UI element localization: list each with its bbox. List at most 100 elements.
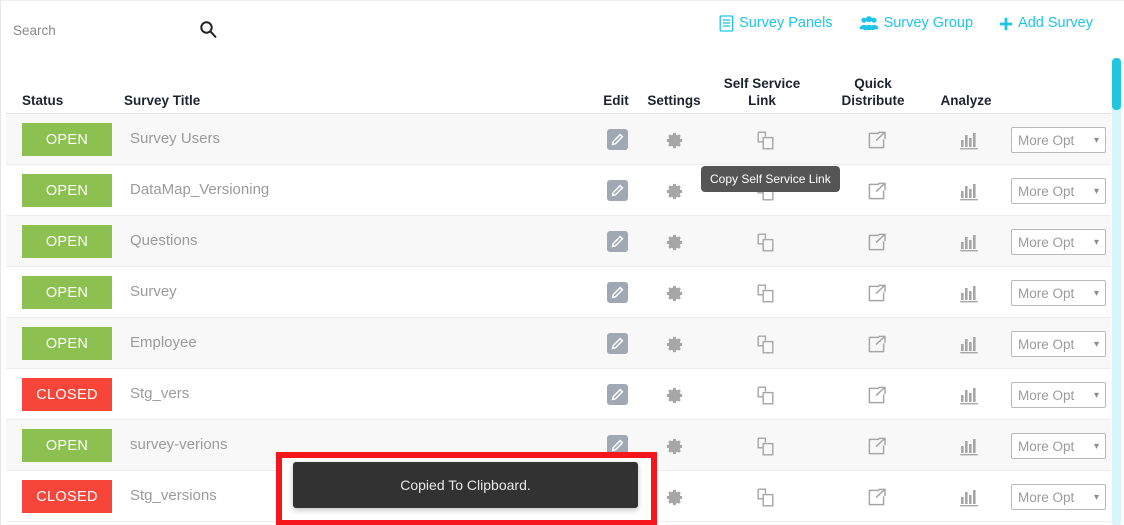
edit-icon[interactable]: [607, 231, 628, 252]
survey-panels-link[interactable]: Survey Panels: [719, 15, 833, 32]
settings-gear-icon[interactable]: [662, 128, 686, 152]
settings-gear-icon[interactable]: [662, 383, 686, 407]
edit-icon[interactable]: [607, 333, 628, 354]
settings-gear-icon[interactable]: [662, 230, 686, 254]
quick-distribute-icon[interactable]: [865, 485, 889, 509]
users-group-icon: [859, 16, 879, 31]
edit-icon[interactable]: [607, 180, 628, 201]
add-survey-label: Add Survey: [1018, 15, 1093, 32]
settings-gear-icon[interactable]: [662, 332, 686, 356]
status-badge[interactable]: OPEN: [22, 429, 112, 462]
header-edit: Edit: [603, 93, 629, 108]
header-analyze: Analyze: [940, 93, 992, 108]
more-options-dropdown[interactable]: More Opt ▾: [1011, 280, 1106, 306]
survey-group-link[interactable]: Survey Group: [859, 16, 973, 31]
status-badge[interactable]: OPEN: [22, 225, 112, 258]
analyze-chart-icon[interactable]: [957, 281, 981, 305]
more-options-dropdown[interactable]: More Opt ▾: [1011, 484, 1106, 510]
survey-title-cell[interactable]: Stg_versions: [130, 487, 217, 504]
survey-title-cell[interactable]: Survey Users: [130, 130, 220, 147]
more-options-dropdown[interactable]: More Opt ▾: [1011, 382, 1106, 408]
status-badge[interactable]: CLOSED: [22, 480, 112, 513]
status-badge[interactable]: CLOSED: [22, 378, 112, 411]
table-row: OPEN Survey Users More Opt ▾: [6, 114, 1111, 165]
settings-gear-icon[interactable]: [662, 179, 686, 203]
settings-gear-icon[interactable]: [662, 434, 686, 458]
header-quick-distribute-line2: Distribute: [841, 93, 905, 108]
analyze-chart-icon[interactable]: [957, 230, 981, 254]
search-container: [13, 19, 233, 41]
table-row: CLOSED Stg_vers More Opt ▾: [6, 369, 1111, 420]
settings-gear-icon[interactable]: [662, 281, 686, 305]
header-self-service-link-line1: Self Service: [723, 76, 801, 91]
analyze-chart-icon[interactable]: [957, 434, 981, 458]
vertical-scrollbar[interactable]: [1112, 58, 1121, 525]
copy-self-service-link-icon[interactable]: [754, 281, 778, 305]
edit-icon[interactable]: [607, 384, 628, 405]
quick-distribute-icon[interactable]: [865, 434, 889, 458]
edit-icon[interactable]: [607, 282, 628, 303]
more-options-dropdown[interactable]: More Opt ▾: [1011, 331, 1106, 357]
copy-self-service-link-icon[interactable]: [754, 230, 778, 254]
quick-distribute-icon[interactable]: [865, 128, 889, 152]
quick-distribute-icon[interactable]: [865, 230, 889, 254]
survey-list-page: Survey Panels Survey Group: [0, 0, 1124, 525]
more-options-label: More Opt: [1018, 336, 1075, 352]
chevron-down-icon: ▾: [1093, 134, 1099, 146]
chevron-down-icon: ▾: [1093, 236, 1099, 248]
survey-title-cell[interactable]: Survey: [130, 283, 177, 300]
analyze-chart-icon[interactable]: [957, 179, 981, 203]
more-options-dropdown[interactable]: More Opt ▾: [1011, 178, 1106, 204]
quick-distribute-icon[interactable]: [865, 179, 889, 203]
table-row: OPEN DataMap_Versioning More Opt ▾: [6, 165, 1111, 216]
survey-title-cell[interactable]: Employee: [130, 334, 197, 351]
more-options-label: More Opt: [1018, 489, 1075, 505]
status-badge[interactable]: OPEN: [22, 123, 112, 156]
more-options-dropdown[interactable]: More Opt ▾: [1011, 433, 1106, 459]
more-options-label: More Opt: [1018, 132, 1075, 148]
status-badge[interactable]: OPEN: [22, 174, 112, 207]
search-icon[interactable]: [199, 20, 217, 38]
table-row: OPEN Questions More Opt ▾: [6, 216, 1111, 267]
copy-self-service-link-icon[interactable]: [754, 434, 778, 458]
more-options-dropdown[interactable]: More Opt ▾: [1011, 229, 1106, 255]
analyze-chart-icon[interactable]: [957, 128, 981, 152]
chevron-down-icon: ▾: [1093, 491, 1099, 503]
table-row: OPEN Employee More Opt ▾: [6, 318, 1111, 369]
more-options-label: More Opt: [1018, 387, 1075, 403]
quick-distribute-icon[interactable]: [865, 383, 889, 407]
more-options-label: More Opt: [1018, 438, 1075, 454]
copy-self-service-link-icon[interactable]: [754, 485, 778, 509]
chevron-down-icon: ▾: [1093, 338, 1099, 350]
top-links: Survey Panels Survey Group Add Survey: [719, 15, 1093, 32]
settings-gear-icon[interactable]: [662, 485, 686, 509]
table-header-row: Status Survey Title Edit Settings Self S…: [6, 53, 1111, 114]
analyze-chart-icon[interactable]: [957, 332, 981, 356]
top-toolbar: Survey Panels Survey Group: [1, 1, 1111, 53]
add-survey-link[interactable]: Add Survey: [999, 16, 1093, 31]
scrollbar-thumb[interactable]: [1112, 58, 1121, 110]
survey-title-cell[interactable]: DataMap_Versioning: [130, 181, 269, 198]
copy-self-service-link-icon[interactable]: [754, 383, 778, 407]
analyze-chart-icon[interactable]: [957, 485, 981, 509]
survey-panels-label: Survey Panels: [739, 15, 833, 32]
plus-icon: [999, 17, 1013, 31]
analyze-chart-icon[interactable]: [957, 383, 981, 407]
status-badge[interactable]: OPEN: [22, 327, 112, 360]
survey-title-cell[interactable]: Stg_vers: [130, 385, 189, 402]
copy-self-service-link-icon[interactable]: [754, 128, 778, 152]
more-options-label: More Opt: [1018, 285, 1075, 301]
survey-title-cell[interactable]: Questions: [130, 232, 198, 249]
table-row: OPEN Survey More Opt ▾: [6, 267, 1111, 318]
status-badge[interactable]: OPEN: [22, 276, 112, 309]
search-input[interactable]: [13, 22, 183, 38]
chevron-down-icon: ▾: [1093, 389, 1099, 401]
copy-self-service-link-icon[interactable]: [754, 332, 778, 356]
survey-title-cell[interactable]: survey-verions: [130, 436, 228, 453]
more-options-dropdown[interactable]: More Opt ▾: [1011, 127, 1106, 153]
quick-distribute-icon[interactable]: [865, 332, 889, 356]
more-options-label: More Opt: [1018, 183, 1075, 199]
header-quick-distribute-line1: Quick: [854, 76, 892, 91]
quick-distribute-icon[interactable]: [865, 281, 889, 305]
edit-icon[interactable]: [607, 129, 628, 150]
